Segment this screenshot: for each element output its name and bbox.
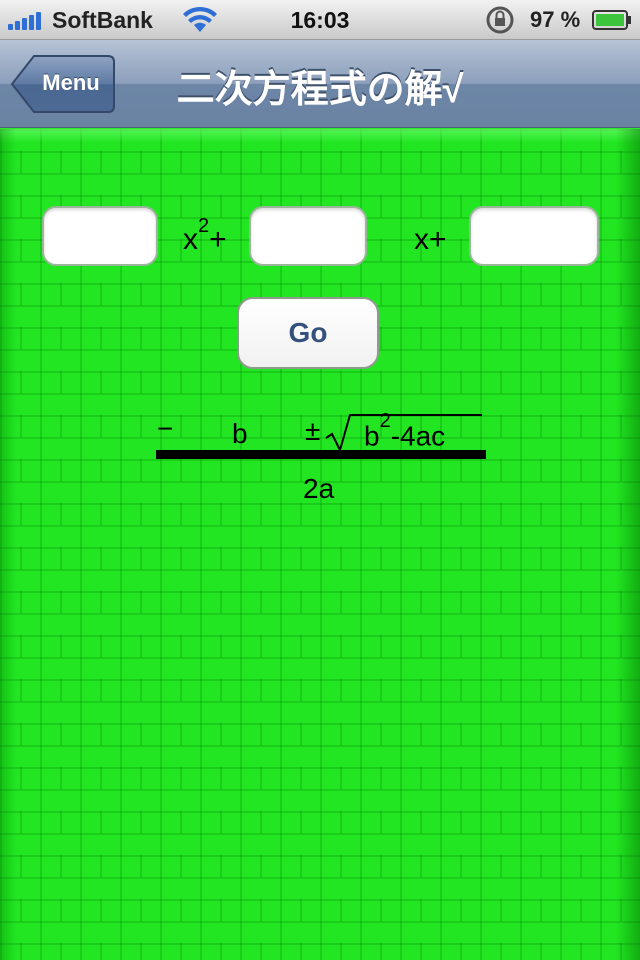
formula-b: b — [232, 418, 248, 449]
rotation-lock-icon — [486, 6, 514, 34]
formula-minus: − — [157, 413, 174, 444]
wall-right-edge — [616, 129, 640, 960]
x-squared-exponent: 2 — [198, 215, 210, 237]
content-area: x2+ x+ Go − b ± b2-4ac 2a — [0, 129, 640, 960]
x-squared-plus-label: x2+ — [183, 215, 227, 257]
radicand-rest: -4ac — [390, 420, 446, 452]
go-button[interactable]: Go — [237, 297, 379, 369]
radicand-exponent: 2 — [379, 410, 391, 432]
menu-back-button[interactable]: Menu — [10, 54, 116, 114]
navigation-bar: Menu 二次方程式の解√ — [0, 40, 640, 128]
x-squared-plus-sign: + — [209, 223, 227, 256]
coefficient-c-input[interactable] — [469, 206, 599, 266]
radicand-b: b — [364, 420, 380, 452]
x-plus-label: x+ — [414, 223, 447, 256]
wall-top-edge — [0, 129, 640, 143]
status-bar: SoftBank 16:03 97 % — [0, 0, 640, 40]
formula-radicand: b2-4ac — [364, 410, 446, 452]
formula-plus-minus: ± — [305, 415, 321, 446]
coefficient-a-input[interactable] — [42, 206, 158, 266]
coefficient-b-input[interactable] — [249, 206, 367, 266]
page-title: 二次方程式の解√ — [176, 69, 464, 111]
menu-back-label: Menu — [42, 70, 100, 95]
fraction-bar — [156, 450, 486, 459]
wall-left-edge — [0, 129, 16, 960]
x-squared-base: x — [183, 223, 198, 256]
battery-percent: 97 % — [530, 7, 581, 32]
battery-icon — [592, 10, 631, 30]
formula-denominator: 2a — [303, 473, 335, 504]
